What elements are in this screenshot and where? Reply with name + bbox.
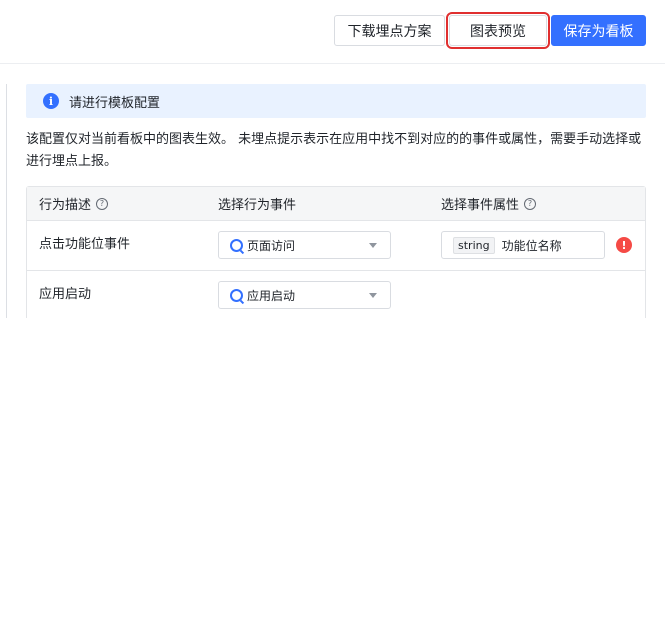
behavior-cell: 点击功能位事件 (39, 237, 131, 252)
property-type-tag: string (453, 236, 495, 254)
table-header: 行为描述 ? 选择行为事件 选择事件属性 ? (27, 187, 645, 221)
table-row: 点击功能位事件 页面访问 string 功能位名称 ! (27, 221, 645, 271)
behavior-cell: 应用启动 (39, 287, 92, 302)
header-behavior: 行为描述 ? (39, 187, 109, 220)
header-behavior-label: 行为描述 (39, 198, 92, 213)
event-mapping-table: 行为描述 ? 选择行为事件 选择事件属性 ? 点击功能位事件 页面访问 stri… (26, 186, 646, 318)
question-icon[interactable]: ? (96, 197, 109, 210)
left-divider (6, 84, 7, 318)
caret-down-icon (369, 243, 377, 248)
caret-down-icon (369, 293, 377, 298)
config-description: 该配置仅对当前看板中的图表生效。 未埋点提示表示在应用中找不到对应的的事件或属性… (26, 132, 642, 169)
info-icon: i (43, 93, 59, 109)
top-toolbar: 下载埋点方案 图表预览 保存为看板 (0, 0, 665, 64)
header-property: 选择事件属性 ? (441, 187, 537, 220)
header-property-label: 选择事件属性 (441, 198, 520, 213)
table-row: 应用启动 应用启动 (27, 271, 645, 320)
property-select[interactable]: string 功能位名称 (441, 231, 605, 259)
warning-icon[interactable]: ! (616, 237, 632, 253)
property-select-value: 功能位名称 (501, 238, 562, 253)
download-tracking-plan-button[interactable]: 下载埋点方案 (334, 15, 445, 46)
notice-text: 请进行模板配置 (69, 95, 161, 111)
chart-preview-button[interactable]: 图表预览 (446, 12, 550, 49)
search-icon (230, 288, 243, 302)
header-event: 选择行为事件 (218, 187, 296, 220)
event-select[interactable]: 页面访问 (218, 231, 391, 259)
header-event-label: 选择行为事件 (218, 198, 297, 213)
save-as-dashboard-button[interactable]: 保存为看板 (551, 15, 646, 46)
template-config-notice: i 请进行模板配置 (26, 84, 646, 118)
question-icon[interactable]: ? (524, 197, 537, 210)
event-select[interactable]: 应用启动 (218, 281, 391, 309)
event-select-value: 页面访问 (247, 238, 296, 253)
event-select-value: 应用启动 (247, 288, 296, 303)
search-icon (230, 238, 243, 252)
